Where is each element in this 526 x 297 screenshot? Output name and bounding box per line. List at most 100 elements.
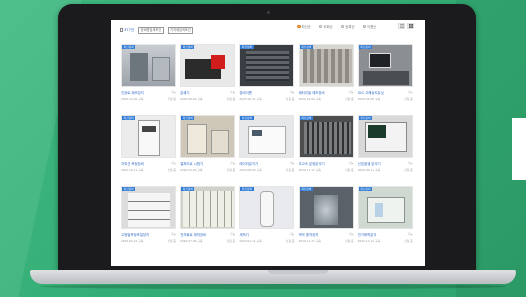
- laptop-base: [30, 270, 516, 284]
- equipment-title[interactable]: 장비이름: [239, 90, 251, 95]
- equipment-thumbnail[interactable]: 최신장비: [121, 115, 176, 158]
- result-count-value: 377건: [124, 27, 135, 32]
- equipment-card[interactable]: 최신장비 세척기 가능 2020-01-11 구축 신청 중: [239, 186, 295, 243]
- availability-tag: 가능: [348, 232, 354, 236]
- equipment-thumbnail[interactable]: 최신장비: [298, 115, 354, 158]
- sort-views[interactable]: 조회순: [318, 24, 333, 29]
- new-badge: 최신장비: [122, 44, 136, 50]
- equipment-card[interactable]: 최신장비 분쇄기 가능 2020-06-09 구축 신청 중: [180, 44, 236, 101]
- document-icon: [120, 28, 123, 32]
- status-note: 신청 중: [344, 168, 354, 172]
- equipment-thumbnail[interactable]: 최신장비: [180, 44, 236, 87]
- equipment-card[interactable]: 최신장비 자외선 측정장비 가능 2020-10-11 구축 신청 중: [121, 115, 176, 172]
- equipment-title[interactable]: 신호발생 분석기: [358, 161, 381, 166]
- equipment-thumbnail[interactable]: 최신장비: [298, 186, 354, 229]
- availability-tag: 가능: [289, 232, 295, 236]
- availability-tag: 가능: [230, 161, 236, 165]
- new-badge: 최신장비: [299, 186, 313, 192]
- status-note: 신청 중: [285, 168, 295, 172]
- equipment-title[interactable]: 분쇄기: [180, 90, 189, 95]
- status-note: 신청 중: [167, 168, 176, 172]
- view-toggle: [398, 23, 414, 29]
- sort-label: 조회순: [323, 25, 333, 29]
- availability-tag: 가능: [407, 161, 413, 165]
- status-note: 신청 중: [344, 97, 354, 101]
- availability-tag: 가능: [407, 90, 413, 94]
- equipment-title[interactable]: 고정밀측정조절장치: [121, 232, 149, 237]
- equipment-thumbnail[interactable]: 최신장비: [121, 44, 176, 87]
- build-date: 2020-10-11 구축: [121, 168, 144, 172]
- equipment-thumbnail[interactable]: 최신장비: [239, 44, 295, 87]
- laptop-notch: [268, 270, 328, 274]
- equipment-title[interactable]: 초고속 분광분석기: [299, 161, 325, 166]
- equipment-title[interactable]: 세척기: [239, 232, 248, 237]
- equipment-title[interactable]: 자외선 측정장비: [121, 161, 144, 166]
- equipment-card[interactable]: 최신장비 초고속 분광분석기 가능 2020-11-17 구축 신청 중: [298, 115, 354, 172]
- list-icon: [399, 24, 404, 28]
- equipment-card[interactable]: 최신장비 전자회로 제작장비 가능 2020-07-06 구축 신청 중: [180, 186, 236, 243]
- equipment-title[interactable]: 레이저분석기: [239, 161, 258, 166]
- new-badge: 최신장비: [299, 44, 313, 50]
- build-date: 2020-11-17 구축: [298, 239, 321, 243]
- new-badge: 최신장비: [122, 115, 136, 121]
- new-badge: 최신장비: [240, 186, 254, 192]
- filter-button-material[interactable]: 기자재검색조건: [167, 26, 194, 34]
- status-note: 신청 중: [404, 97, 413, 101]
- equipment-card[interactable]: 최신장비 전기화학분석 가능 2020-11-11 구축 신청 중: [357, 186, 413, 243]
- laptop-shadow: [40, 284, 506, 289]
- sort-latest[interactable]: 최신순: [297, 24, 311, 29]
- equipment-card[interactable]: 최신장비 장비이름 가능 2020-10-11 구축 신청 중: [239, 44, 295, 101]
- equipment-card[interactable]: 최신장비 배터리셀 제조장비 가능 2020-10-09 구축 신청 중: [298, 44, 354, 101]
- equipment-title[interactable]: GIG 고해상도유닛: [358, 90, 384, 95]
- equipment-title[interactable]: 전기화학분석: [358, 232, 377, 237]
- build-date: 2020-07-06 구축: [180, 239, 203, 243]
- sort-name[interactable]: 이름순: [362, 24, 376, 29]
- build-date: 2020-11-17 구축: [298, 168, 321, 172]
- equipment-card[interactable]: 최신장비 레이저분석기 가능 2020-08-09 구축 신청 중: [239, 115, 295, 172]
- equipment-thumbnail[interactable]: 최신장비: [357, 115, 413, 158]
- equipment-title[interactable]: 전자회로 제작장비: [180, 232, 206, 237]
- webcam-dot: [267, 11, 270, 14]
- availability-tag: 가능: [289, 161, 295, 165]
- build-date: 2020-02-08 구축: [357, 97, 381, 101]
- status-note: 신청 중: [226, 168, 236, 172]
- equipment-card[interactable]: 최신장비 신호발생 분석기 가능 2020-09-11 구축 신청 중: [357, 115, 413, 172]
- equipment-thumbnail[interactable]: 최신장비: [180, 186, 236, 229]
- equipment-card[interactable]: 최신장비 GIG 고해상도유닛 가능 2020-02-08 구축 신청 중: [357, 44, 413, 101]
- status-note: 신청 중: [226, 239, 236, 243]
- filter-button-equipment[interactable]: 장비명검색조건: [138, 26, 164, 34]
- equipment-thumbnail[interactable]: 최신장비: [180, 115, 236, 158]
- equipment-card[interactable]: 최신장비 박막 증착장치 가능 2020-11-17 구축 신청 중: [298, 186, 354, 243]
- equipment-thumbnail[interactable]: 최신장비: [239, 115, 295, 158]
- list-view-button[interactable]: [398, 23, 405, 29]
- new-badge: 최신장비: [299, 115, 313, 121]
- status-note: 신청 중: [167, 97, 176, 101]
- sort-label: 등록순: [345, 25, 355, 29]
- equipment-thumbnail[interactable]: 최신장비: [357, 44, 413, 87]
- new-badge: 최신장비: [240, 115, 254, 121]
- equipment-thumbnail[interactable]: 최신장비: [239, 186, 295, 229]
- availability-tag: 가능: [170, 232, 176, 236]
- equipment-thumbnail[interactable]: 최신장비: [121, 186, 176, 229]
- equipment-card[interactable]: 최신장비 고정밀측정조절장치 가능 2020-02-15 구축 신청 중: [121, 186, 176, 243]
- build-date: 2020-02-09 구축: [180, 168, 203, 172]
- equipment-thumbnail[interactable]: 최신장비: [357, 186, 413, 229]
- equipment-title[interactable]: 배터리셀 제조장비: [299, 90, 325, 95]
- equipment-card[interactable]: 최신장비진공로 제조장치 가능 2020-10-20 구축 신청 중: [121, 44, 176, 101]
- build-date: 2020-10-20 구축: [121, 97, 144, 101]
- equipment-title[interactable]: 열처리로 시험기: [180, 161, 203, 166]
- sort-registered[interactable]: 등록순: [340, 24, 355, 29]
- equipment-card[interactable]: 최신장비열처리로 시험기 가능 2020-02-09 구축 신청 중: [180, 115, 236, 172]
- equipment-thumbnail[interactable]: 최신장비: [298, 44, 354, 87]
- grid-view-button[interactable]: [407, 23, 414, 29]
- equipment-grid: 최신장비 진공로 제조장치 가능 2020-10-20 구축 신청 중 최신장비 분쇄기 가능…: [121, 44, 417, 243]
- equipment-title[interactable]: 박막 증착장치: [299, 232, 319, 237]
- new-badge: 최신장비: [240, 44, 254, 50]
- sort-label: 최신순: [301, 25, 311, 29]
- status-note: 신청 중: [404, 239, 413, 243]
- availability-tag: 가능: [170, 90, 176, 94]
- build-date: 2020-06-09 구축: [180, 97, 203, 101]
- equipment-title[interactable]: 진공로 제조장치: [121, 90, 144, 95]
- sort-options: 최신순 조회순 등록순 이름순: [297, 24, 376, 29]
- result-count: 377건: [120, 28, 134, 33]
